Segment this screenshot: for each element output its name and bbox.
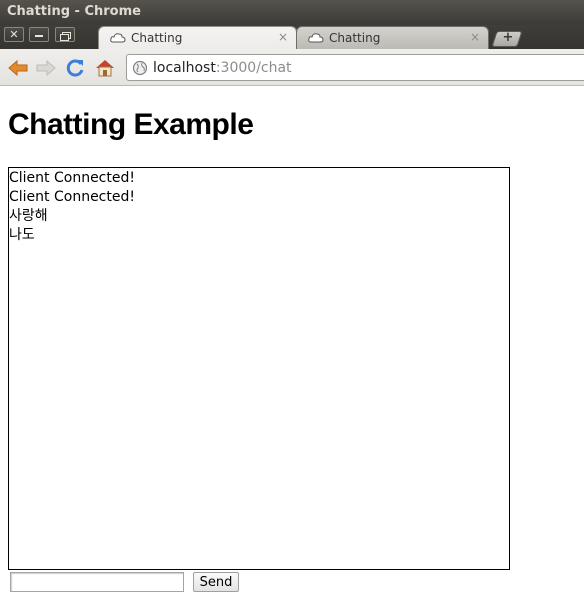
url-path: :3000/chat bbox=[215, 60, 292, 76]
tab-label: Chatting bbox=[329, 31, 381, 45]
tab-close-icon[interactable]: × bbox=[470, 30, 480, 44]
tab-label: Chatting bbox=[131, 31, 183, 45]
page-title: Chatting Example bbox=[8, 108, 254, 141]
send-button[interactable]: Send bbox=[193, 572, 239, 592]
chat-log[interactable]: Client Connected! Client Connected! 사랑해 … bbox=[8, 167, 510, 570]
window-title: Chatting - Chrome bbox=[7, 4, 141, 19]
chat-message: 나도 bbox=[9, 227, 35, 243]
chat-message: Client Connected! bbox=[9, 189, 135, 205]
page-icon bbox=[308, 33, 324, 43]
chat-message: Client Connected! bbox=[9, 170, 135, 186]
new-tab-button[interactable]: + bbox=[491, 30, 523, 47]
minimize-icon bbox=[35, 35, 43, 37]
window-titlebar: Chatting - Chrome bbox=[0, 0, 584, 25]
tab-chatting-active[interactable]: Chatting × bbox=[98, 26, 297, 49]
plus-icon: + bbox=[502, 30, 514, 45]
globe-icon bbox=[132, 60, 148, 76]
address-bar[interactable]: localhost:3000/chat bbox=[126, 54, 584, 81]
message-input[interactable] bbox=[10, 572, 184, 592]
chat-message: 사랑해 bbox=[9, 208, 48, 224]
url-host: localhost bbox=[153, 60, 216, 76]
url-text: localhost:3000/chat bbox=[153, 60, 292, 76]
window-close-button[interactable]: ✕ bbox=[4, 27, 24, 42]
home-icon[interactable] bbox=[94, 57, 116, 79]
window-maximize-button[interactable] bbox=[55, 27, 75, 42]
window-minimize-button[interactable] bbox=[29, 27, 49, 42]
tab-chatting-inactive[interactable]: Chatting × bbox=[296, 26, 489, 49]
page-icon bbox=[110, 33, 126, 43]
back-arrow-icon[interactable] bbox=[7, 57, 29, 79]
tab-close-icon[interactable]: × bbox=[278, 30, 288, 44]
close-icon: ✕ bbox=[9, 28, 19, 41]
reload-icon[interactable] bbox=[64, 57, 86, 79]
forward-arrow-icon[interactable] bbox=[35, 57, 57, 79]
